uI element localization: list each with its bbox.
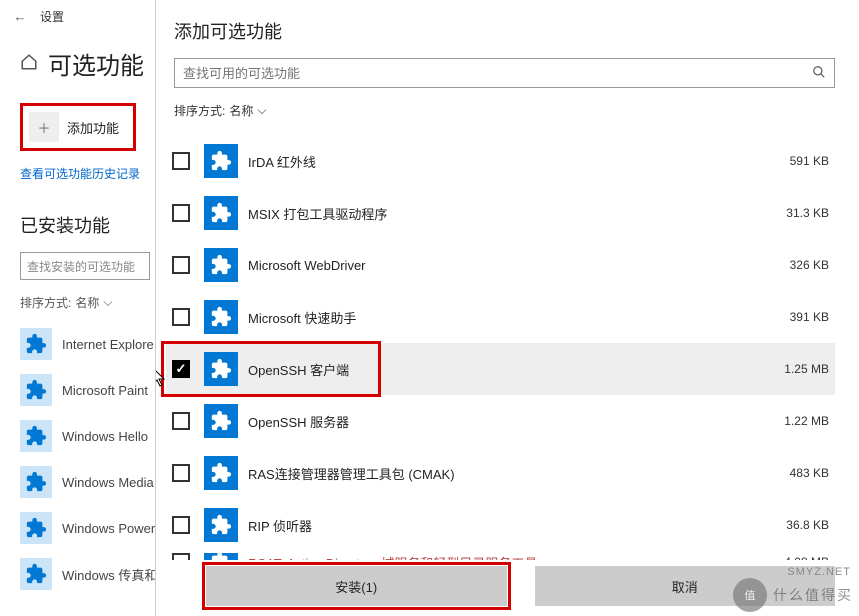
feature-name: MSIX 打包工具驱动程序 [248, 204, 749, 223]
feature-icon [204, 248, 238, 282]
feature-row[interactable]: OpenSSH 客户端1.25 MB [166, 343, 835, 395]
feature-size: 1.25 MB [749, 362, 829, 376]
back-button[interactable]: ← [8, 4, 32, 28]
chevron-down-icon: ⌵ [103, 295, 112, 310]
feature-size: 4.08 MB [749, 555, 829, 560]
feature-icon [20, 466, 52, 498]
installed-item-label: Microsoft Paint [62, 383, 148, 398]
feature-icon [204, 508, 238, 542]
install-button[interactable]: 安装(1) [206, 566, 507, 606]
feature-name: RAS连接管理器管理工具包 (CMAK) [248, 464, 749, 483]
feature-checkbox[interactable] [172, 412, 190, 430]
feature-row[interactable]: IrDA 红外线591 KB [166, 135, 835, 187]
feature-checkbox[interactable] [172, 360, 190, 378]
feature-icon [20, 512, 52, 544]
feature-checkbox[interactable] [172, 464, 190, 482]
feature-row[interactable]: MSIX 打包工具驱动程序31.3 KB [166, 187, 835, 239]
feature-checkbox[interactable] [172, 204, 190, 222]
modal-search[interactable] [174, 58, 835, 88]
feature-size: 36.8 KB [749, 518, 829, 532]
feature-row[interactable]: OpenSSH 服务器1.22 MB [166, 395, 835, 447]
chevron-down-icon: ⌵ [257, 103, 266, 118]
plus-icon: ＋ [29, 112, 59, 142]
installed-item-label: Windows Power [62, 521, 155, 536]
feature-row-partial[interactable]: RSAT: Active Directory 域服务和轻型目录服务工具4.08 … [166, 551, 835, 560]
feature-icon [204, 144, 238, 178]
sort-value: 名称 [75, 294, 99, 311]
sort-label: 排序方式: [174, 102, 225, 119]
feature-row[interactable]: RAS连接管理器管理工具包 (CMAK)483 KB [166, 447, 835, 499]
feature-size: 1.22 MB [749, 414, 829, 428]
installed-item-label: Windows Media [62, 475, 154, 490]
feature-icon [204, 196, 238, 230]
feature-list[interactable]: IrDA 红外线591 KBMSIX 打包工具驱动程序31.3 KBMicros… [156, 135, 859, 560]
feature-checkbox[interactable] [172, 152, 190, 170]
feature-row[interactable]: Microsoft WebDriver326 KB [166, 239, 835, 291]
feature-name: Microsoft WebDriver [248, 258, 749, 273]
feature-name: RSAT: Active Directory 域服务和轻型目录服务工具 [248, 553, 749, 561]
modal-sort[interactable]: 排序方式: 名称 ⌵ [174, 102, 835, 119]
installed-item-label: Windows 传真和 [62, 565, 157, 584]
feature-name: OpenSSH 服务器 [248, 412, 749, 431]
feature-icon [204, 300, 238, 334]
home-icon[interactable] [20, 53, 38, 74]
feature-icon [20, 558, 52, 590]
watermark-text: 什么值得买 [773, 585, 853, 605]
watermark-url: SMYZ.NET [787, 566, 851, 578]
feature-name: OpenSSH 客户端 [248, 360, 749, 379]
feature-size: 326 KB [749, 258, 829, 272]
feature-checkbox[interactable] [172, 553, 190, 560]
add-feature-button[interactable]: ＋ 添加功能 [20, 103, 136, 151]
feature-name: RIP 侦听器 [248, 516, 749, 535]
feature-name: Microsoft 快速助手 [248, 308, 749, 327]
search-icon [812, 65, 826, 82]
add-feature-label: 添加功能 [67, 118, 119, 137]
feature-icon [204, 456, 238, 490]
feature-checkbox[interactable] [172, 308, 190, 326]
sort-label: 排序方式: [20, 294, 71, 311]
feature-name: IrDA 红外线 [248, 152, 749, 171]
feature-icon [20, 420, 52, 452]
feature-icon [20, 374, 52, 406]
cursor-icon [156, 368, 169, 388]
feature-checkbox[interactable] [172, 516, 190, 534]
add-feature-modal: 添加可选功能 排序方式: 名称 ⌵ IrDA 红外线591 KBMSIX 打包工… [155, 0, 859, 616]
modal-title: 添加可选功能 [174, 18, 835, 44]
feature-icon [204, 352, 238, 386]
window-title: 设置 [40, 8, 64, 25]
page-title: 可选功能 [48, 46, 144, 81]
feature-size: 31.3 KB [749, 206, 829, 220]
installed-item-label: Windows Hello [62, 429, 148, 444]
feature-checkbox[interactable] [172, 256, 190, 274]
feature-row[interactable]: Microsoft 快速助手391 KB [166, 291, 835, 343]
feature-row[interactable]: RIP 侦听器36.8 KB [166, 499, 835, 551]
feature-icon [20, 328, 52, 360]
installed-search-input[interactable]: 查找安装的可选功能 [20, 252, 150, 280]
installed-item-label: Internet Explore [62, 337, 154, 352]
watermark: 值 什么值得买 [733, 578, 853, 612]
feature-icon [204, 553, 238, 560]
watermark-logo: 值 [733, 578, 767, 612]
feature-size: 391 KB [749, 310, 829, 324]
feature-icon [204, 404, 238, 438]
modal-search-input[interactable] [183, 66, 812, 81]
sort-value: 名称 [229, 102, 253, 119]
feature-size: 591 KB [749, 154, 829, 168]
feature-size: 483 KB [749, 466, 829, 480]
